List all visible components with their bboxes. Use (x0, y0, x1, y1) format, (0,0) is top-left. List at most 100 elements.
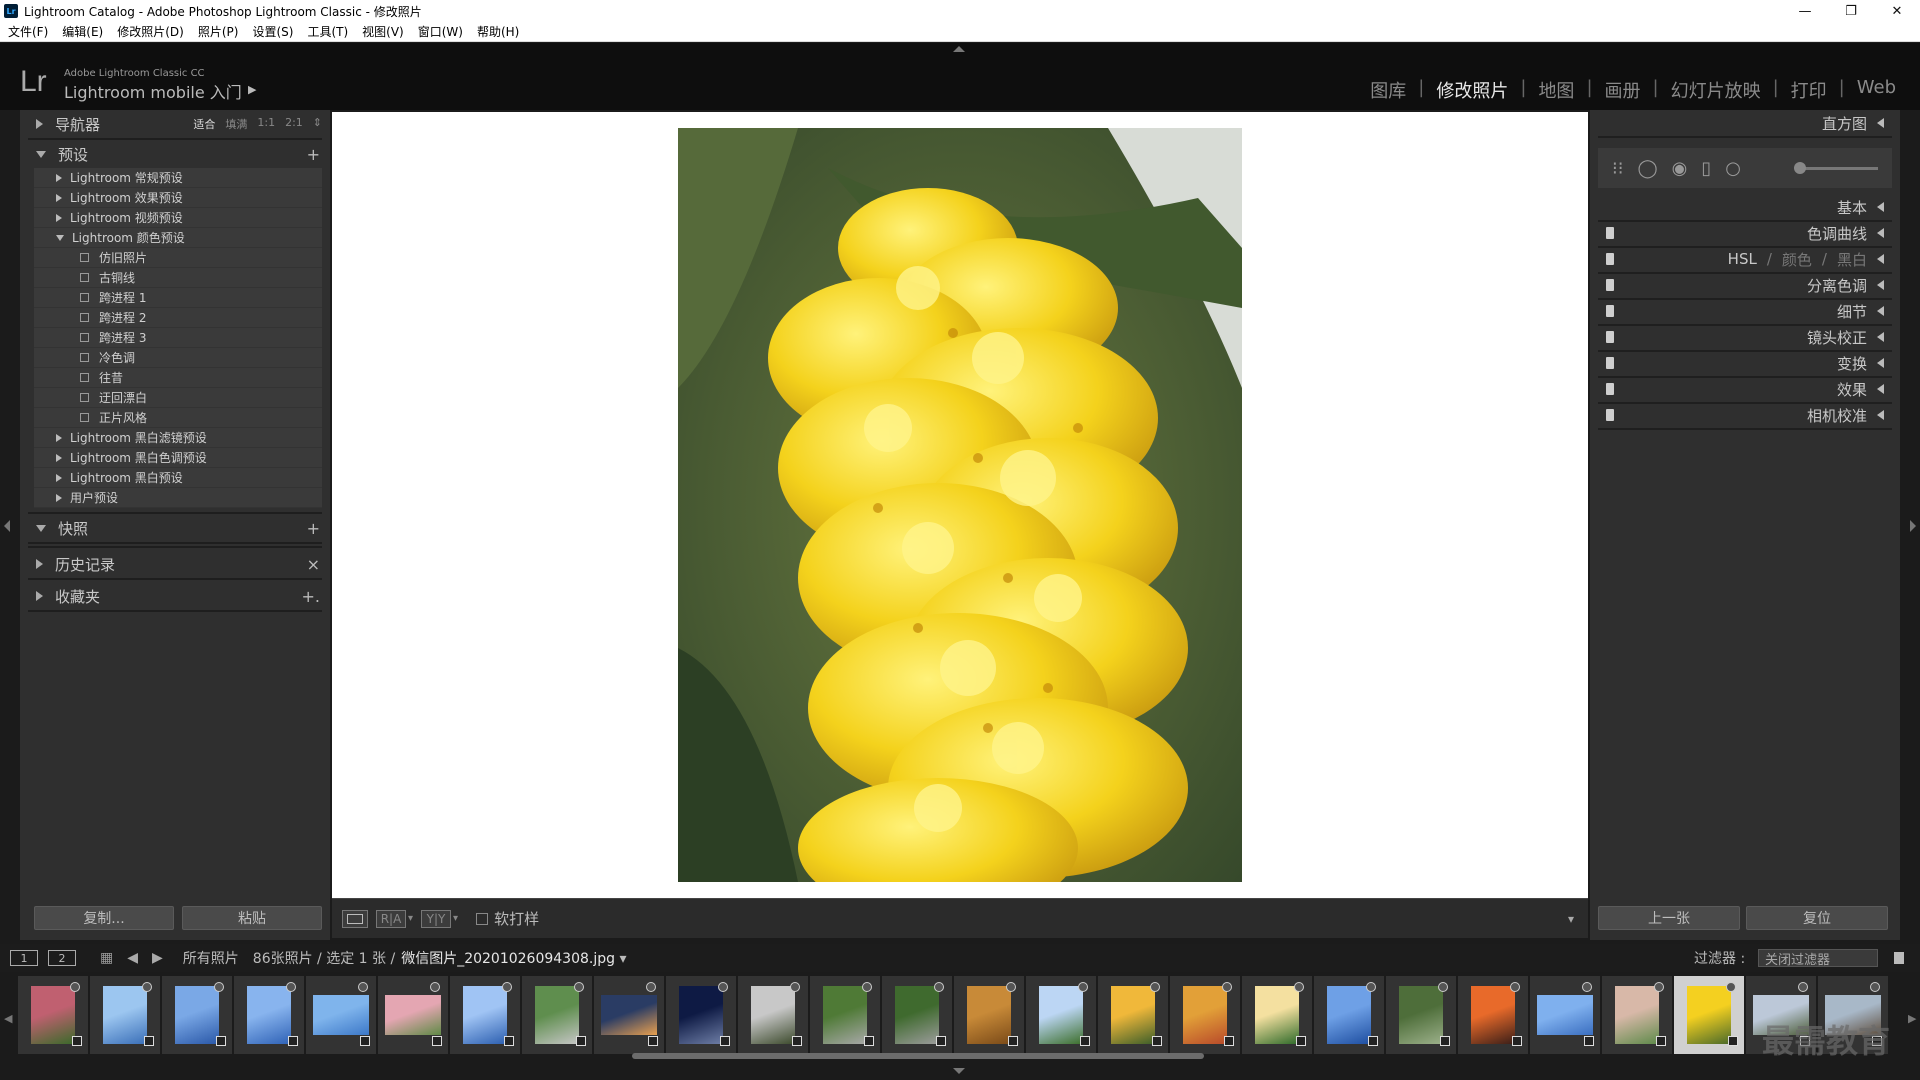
edited-badge-icon[interactable] (432, 1036, 442, 1046)
collapse-right-panel-icon[interactable] (1910, 520, 1916, 532)
edited-badge-icon[interactable] (1152, 1036, 1162, 1046)
filmstrip-thumbnail[interactable] (594, 976, 664, 1054)
nav-fit[interactable]: 适合 (193, 116, 215, 132)
menu-help[interactable]: 帮助(H) (477, 23, 519, 40)
preset-group-expanded[interactable]: Lightroom 颜色预设 (34, 228, 322, 248)
develop-badge-icon[interactable] (1366, 982, 1376, 992)
panel-effects[interactable]: 效果 (1598, 376, 1892, 404)
close-button[interactable]: ✕ (1874, 0, 1920, 22)
edited-badge-icon[interactable] (72, 1036, 82, 1046)
panel-toggle-switch[interactable] (1606, 331, 1614, 343)
panel-basic[interactable]: 基本 (1598, 194, 1892, 222)
edited-badge-icon[interactable] (1728, 1036, 1738, 1046)
module-print[interactable]: 打印 (1785, 77, 1833, 103)
collapse-left-panel-icon[interactable] (4, 520, 10, 532)
develop-badge-icon[interactable] (1438, 982, 1448, 992)
edited-badge-icon[interactable] (576, 1036, 586, 1046)
current-filename[interactable]: 微信图片_20201026094308.jpg ▾ (401, 948, 626, 968)
develop-badge-icon[interactable] (70, 982, 80, 992)
develop-badge-icon[interactable] (502, 982, 512, 992)
develop-badge-icon[interactable] (1510, 982, 1520, 992)
module-book[interactable]: 画册 (1599, 77, 1647, 103)
filmstrip-left-scroll-icon[interactable]: ◀ (4, 1012, 12, 1025)
edited-badge-icon[interactable] (144, 1036, 154, 1046)
preset-group[interactable]: Lightroom 黑白滤镜预设 (34, 428, 322, 448)
spot-removal-icon[interactable]: ◯ (1637, 158, 1657, 179)
secondary-window-button[interactable]: 2 (48, 950, 76, 966)
module-slideshow[interactable]: 幻灯片放映 (1665, 77, 1767, 103)
history-header[interactable]: 历史记录 × (20, 550, 330, 578)
preset-item[interactable]: 往昔 (34, 368, 322, 388)
panel-hsl[interactable]: HSL / 颜色 / 黑白 (1598, 246, 1892, 274)
adjustment-brush-icon[interactable] (1794, 162, 1806, 174)
presets-header[interactable]: 预设 + (20, 140, 330, 168)
filmstrip-thumbnail[interactable] (1530, 976, 1600, 1054)
filmstrip-scrollbar[interactable] (632, 1053, 1204, 1059)
filmstrip-thumbnail[interactable] (1098, 976, 1168, 1054)
module-library[interactable]: 图库 (1364, 77, 1412, 103)
preset-group[interactable]: Lightroom 黑白预设 (34, 468, 322, 488)
develop-badge-icon[interactable] (862, 982, 872, 992)
filmstrip-thumbnail[interactable] (882, 976, 952, 1054)
collections-header[interactable]: 收藏夹 +. (20, 582, 330, 610)
panel-toggle-switch[interactable] (1606, 227, 1614, 239)
panel-transform[interactable]: 变换 (1598, 350, 1892, 378)
develop-badge-icon[interactable] (286, 982, 296, 992)
preset-group[interactable]: Lightroom 效果预设 (34, 188, 322, 208)
develop-badge-icon[interactable] (1294, 982, 1304, 992)
add-collection-icon[interactable]: +. (302, 587, 321, 606)
filmstrip-thumbnail[interactable] (450, 976, 520, 1054)
edited-badge-icon[interactable] (648, 1036, 658, 1046)
preset-group[interactable]: 用户预设 (34, 488, 322, 508)
panel-split-toning[interactable]: 分离色调 (1598, 272, 1892, 300)
panel-toggle-switch[interactable] (1606, 253, 1614, 265)
develop-badge-icon[interactable] (1870, 982, 1880, 992)
menu-develop[interactable]: 修改照片(D) (117, 23, 184, 40)
develop-badge-icon[interactable] (934, 982, 944, 992)
develop-badge-icon[interactable] (1654, 982, 1664, 992)
develop-badge-icon[interactable] (1006, 982, 1016, 992)
module-web[interactable]: Web (1851, 77, 1902, 103)
filmstrip-thumbnail[interactable] (378, 976, 448, 1054)
before-after-tb-button[interactable]: Y|Y (421, 909, 452, 928)
preset-group[interactable]: Lightroom 黑白色调预设 (34, 448, 322, 468)
maximize-button[interactable]: ❐ (1828, 0, 1874, 22)
panel-toggle-switch[interactable] (1606, 409, 1614, 421)
snapshots-header[interactable]: 快照 + (20, 514, 330, 542)
panel-toggle-switch[interactable] (1606, 357, 1614, 369)
previous-button[interactable]: 上一张 (1598, 906, 1740, 930)
panel-toggle-switch[interactable] (1606, 279, 1614, 291)
develop-badge-icon[interactable] (1726, 982, 1736, 992)
develop-badge-icon[interactable] (1078, 982, 1088, 992)
edited-badge-icon[interactable] (1512, 1036, 1522, 1046)
edited-badge-icon[interactable] (288, 1036, 298, 1046)
panel-camera-calibration[interactable]: 相机校准 (1598, 402, 1892, 430)
filmstrip-thumbnail[interactable] (1026, 976, 1096, 1054)
develop-badge-icon[interactable] (718, 982, 728, 992)
minimize-button[interactable]: — (1782, 0, 1828, 22)
grid-view-icon[interactable]: ▦ (100, 950, 113, 966)
filmstrip-thumbnail[interactable] (306, 976, 376, 1054)
filmstrip-thumbnail[interactable] (234, 976, 304, 1054)
preset-group[interactable]: Lightroom 常规预设 (34, 168, 322, 188)
primary-window-button[interactable]: 1 (10, 950, 38, 966)
play-arrow-icon[interactable]: ▶ (248, 83, 256, 96)
preset-group[interactable]: Lightroom 视频预设 (34, 208, 322, 228)
preset-item[interactable]: 迂回漂白 (34, 388, 322, 408)
filter-lock-icon[interactable] (1894, 952, 1904, 964)
panel-toggle-switch[interactable] (1606, 383, 1614, 395)
hsl-bw-tab[interactable]: 黑白 (1837, 249, 1867, 270)
edited-badge-icon[interactable] (864, 1036, 874, 1046)
soft-proofing-toggle[interactable]: 软打样 (476, 908, 539, 929)
histogram-header[interactable]: 直方图 (1598, 110, 1892, 138)
edited-badge-icon[interactable] (1656, 1036, 1666, 1046)
filmstrip-thumbnail[interactable] (1314, 976, 1384, 1054)
filmstrip-thumbnail[interactable] (162, 976, 232, 1054)
mobile-getting-started[interactable]: Lightroom mobile 入门 (64, 79, 242, 103)
edited-badge-icon[interactable] (936, 1036, 946, 1046)
develop-badge-icon[interactable] (646, 982, 656, 992)
nav-2to1[interactable]: 2:1 (285, 116, 303, 132)
clear-history-icon[interactable]: × (307, 555, 320, 574)
edited-badge-icon[interactable] (1584, 1036, 1594, 1046)
collapse-top-panel-icon[interactable] (953, 46, 965, 52)
